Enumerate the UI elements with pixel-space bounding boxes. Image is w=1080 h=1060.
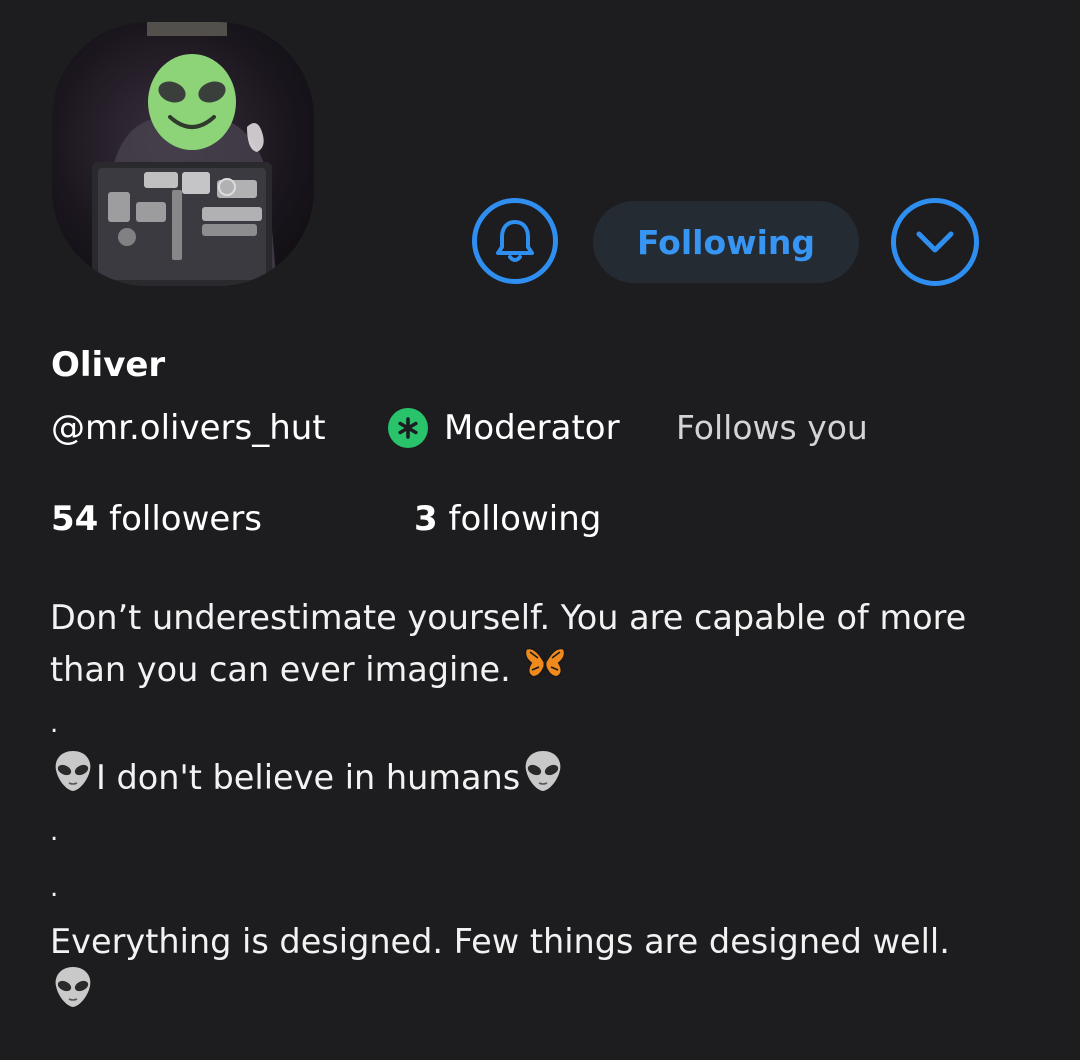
notifications-bell-button[interactable] <box>472 198 558 284</box>
bio-text-1: Don’t underestimate yourself. You are ca… <box>50 598 967 637</box>
bio-line <box>50 966 1040 1020</box>
followers-label: followers <box>109 499 263 539</box>
following-button-label: Following <box>636 222 816 262</box>
followers-count: 54 <box>51 499 99 539</box>
chevron-down-icon <box>916 231 954 253</box>
profile-handle: @mr.olivers_hut <box>51 408 326 448</box>
following-count: 3 <box>414 499 438 539</box>
moderator-asterisk-icon <box>388 408 428 448</box>
moderator-badge: Moderator <box>388 405 620 451</box>
bio-text-3: I don't believe in humans <box>96 758 521 797</box>
alien-icon <box>520 748 566 809</box>
following-button[interactable]: Following <box>593 201 859 283</box>
bio-line: than you can ever imagine. <box>50 644 1040 696</box>
profile-name: Oliver <box>51 345 166 385</box>
bio-dot: . <box>50 709 59 739</box>
following-stat[interactable]: 3 following <box>414 496 601 542</box>
bio-line: Don’t underestimate yourself. You are ca… <box>50 592 1040 644</box>
profile-bio: Don’t underestimate yourself. You are ca… <box>50 592 1040 1020</box>
alien-icon <box>50 964 96 1025</box>
more-options-button[interactable] <box>891 198 979 286</box>
bio-line: I don't believe in humans <box>50 750 1040 804</box>
bio-line: Everything is designed. Few things are d… <box>50 916 1040 968</box>
following-label: following <box>448 499 602 539</box>
followers-stat[interactable]: 54 followers <box>51 496 262 542</box>
follows-you-label: Follows you <box>676 408 868 447</box>
alien-icon <box>50 748 96 809</box>
bio-dot: . <box>50 817 59 847</box>
bio-text-2: than you can ever imagine. <box>50 650 511 689</box>
butterfly-icon <box>523 643 567 698</box>
bell-icon <box>496 220 534 262</box>
bio-dot: . <box>50 873 59 903</box>
moderator-label: Moderator <box>444 408 620 448</box>
bio-text-4: Everything is designed. Few things are d… <box>50 922 950 961</box>
profile-avatar[interactable] <box>52 22 314 286</box>
